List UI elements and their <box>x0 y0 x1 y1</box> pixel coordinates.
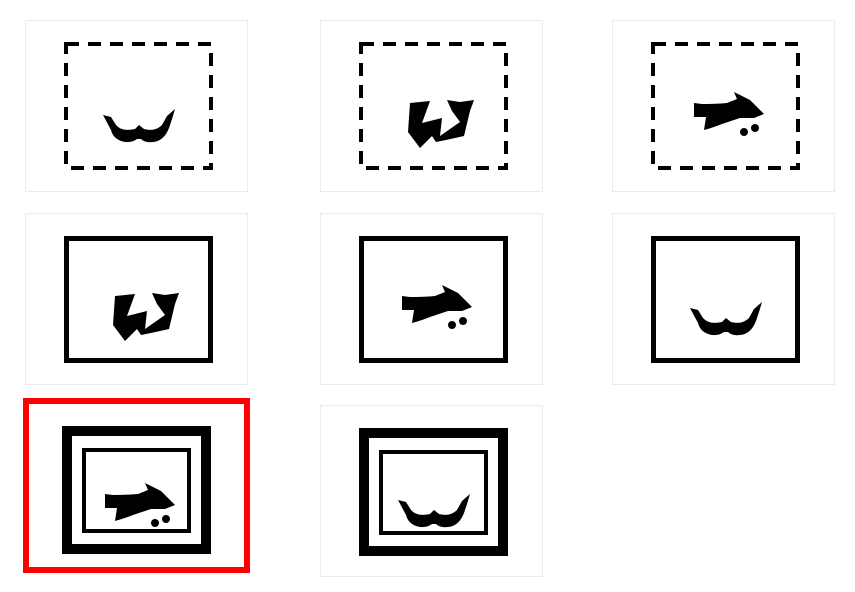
tile-solid-arrow[interactable] <box>320 213 543 385</box>
tile-solid-wings[interactable] <box>612 213 835 385</box>
arrow-icon <box>93 457 181 539</box>
zigzag-icon <box>95 259 183 341</box>
zigzag-icon <box>390 66 478 148</box>
tile-double-arrow-selected[interactable] <box>23 398 250 573</box>
tile-dashed-wings[interactable] <box>25 20 248 192</box>
wings-icon <box>95 66 183 148</box>
tile-dashed-arrow[interactable] <box>612 20 835 192</box>
arrow-icon <box>682 66 770 148</box>
tile-dashed-zigzag[interactable] <box>320 20 543 192</box>
tile-solid-zigzag[interactable] <box>25 213 248 385</box>
tile-double-wings[interactable] <box>320 405 543 577</box>
wings-icon <box>390 451 478 533</box>
arrow-icon <box>390 259 478 341</box>
wings-icon <box>682 259 770 341</box>
